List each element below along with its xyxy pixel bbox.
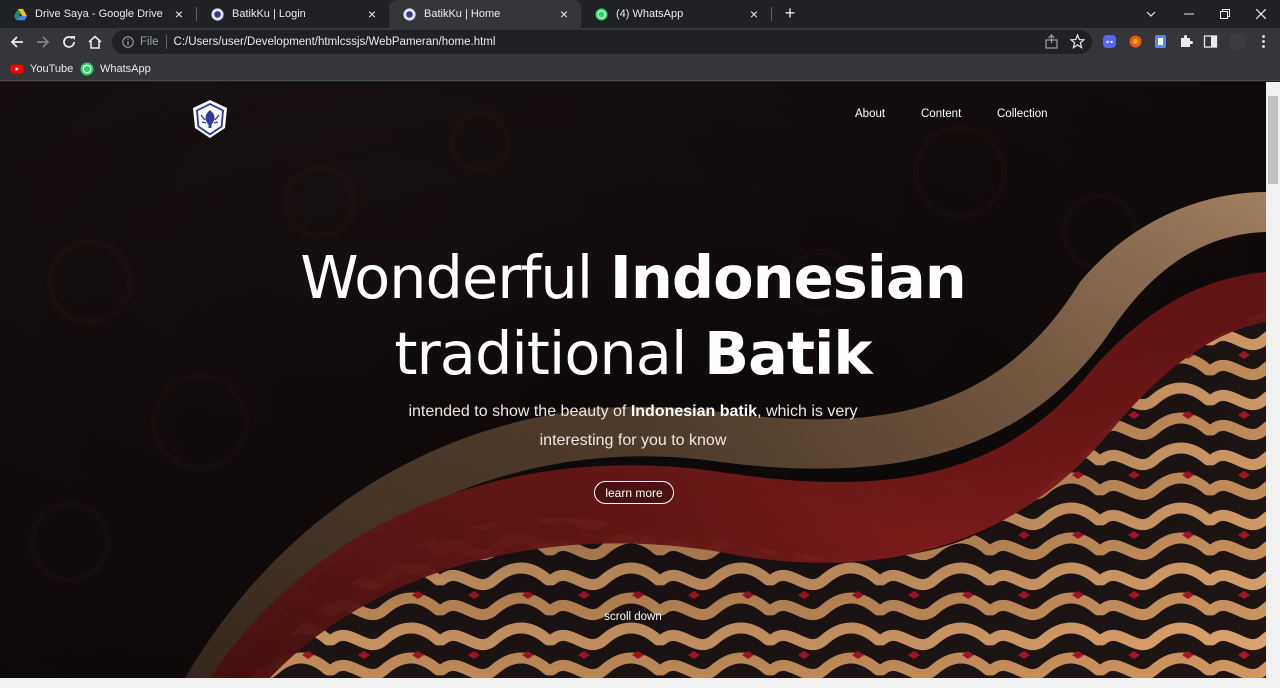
tab-strip: Drive Saya - Google Drive × BatikKu | Lo… [0, 0, 1280, 28]
subtitle-text: intended to show the beauty of [408, 403, 631, 420]
hero-title-light: traditional [394, 319, 705, 388]
share-icon[interactable] [1044, 34, 1059, 49]
nav-content[interactable]: Content [921, 108, 961, 120]
tab-title: Drive Saya - Google Drive [35, 8, 163, 20]
close-tab-icon[interactable]: × [365, 7, 379, 21]
tab-whatsapp[interactable]: (4) WhatsApp × [581, 0, 771, 28]
discord-extension-icon[interactable] [1102, 34, 1117, 49]
extension-icon[interactable] [1153, 34, 1168, 49]
url-text[interactable]: C:/Users/user/Development/htmlcssjs/WebP… [174, 36, 496, 48]
window-bottom-edge [0, 678, 1280, 688]
close-tab-icon[interactable]: × [747, 7, 761, 21]
hero-subtitle-line-1: intended to show the beauty of Indonesia… [0, 397, 1266, 426]
youtube-icon [10, 64, 24, 73]
side-panel-icon[interactable] [1203, 34, 1218, 49]
close-tab-icon[interactable]: × [172, 7, 186, 21]
close-tab-icon[interactable]: × [557, 7, 571, 21]
nav-about[interactable]: About [855, 108, 885, 120]
batikku-icon [211, 7, 224, 21]
hero-title-bold: Indonesian [609, 243, 967, 312]
forward-icon[interactable] [32, 31, 54, 53]
bookmark-whatsapp[interactable]: WhatsApp [80, 60, 151, 77]
address-bar[interactable]: File C:/Users/user/Development/htmlcssjs… [112, 30, 1092, 54]
bookmark-star-icon[interactable] [1070, 34, 1085, 49]
info-icon[interactable] [122, 36, 134, 48]
scroll-down-link[interactable]: scroll down [0, 611, 1266, 623]
bookmark-youtube[interactable]: YouTube [10, 60, 73, 77]
extension-icon[interactable] [1128, 34, 1143, 49]
hero-title-light: Wonderful [300, 243, 610, 312]
tab-title: (4) WhatsApp [616, 8, 684, 20]
hero-title-line-1: Wonderful Indonesian [0, 242, 1266, 314]
tab-batikku-login[interactable]: BatikKu | Login × [197, 0, 389, 28]
bookmarks-bar: YouTube WhatsApp [0, 56, 1280, 81]
puzzle-icon[interactable] [1178, 34, 1193, 49]
tab-title: BatikKu | Home [424, 8, 501, 20]
back-icon[interactable] [6, 31, 28, 53]
close-window-icon[interactable] [1244, 0, 1278, 28]
bookmark-label: YouTube [30, 62, 74, 75]
minimize-icon[interactable] [1172, 0, 1206, 28]
hero-subtitle-line-2: interesting for you to know [539, 432, 727, 449]
batikku-icon [403, 7, 416, 21]
hero-title-line-2: traditional Batik [0, 318, 1266, 390]
profile-avatar-icon[interactable] [1229, 33, 1246, 50]
hero-title-bold: Batik [704, 319, 872, 388]
bookmark-label: WhatsApp [100, 62, 151, 75]
reload-icon[interactable] [58, 31, 80, 53]
learn-more-button[interactable]: learn more [594, 481, 674, 504]
google-drive-icon [14, 8, 27, 20]
tab-google-drive[interactable]: Drive Saya - Google Drive × [0, 0, 196, 28]
whatsapp-icon [80, 62, 94, 75]
page-viewport: About Content Collection Wonderful Indon… [0, 82, 1266, 678]
subtitle-text: , which is very [757, 403, 858, 420]
tab-batikku-home[interactable]: BatikKu | Home × [389, 0, 581, 28]
tab-title: BatikKu | Login [232, 8, 306, 20]
url-scheme: File [140, 36, 159, 48]
url-divider [165, 35, 167, 49]
tab-search-icon[interactable] [1134, 0, 1168, 28]
batikku-logo[interactable] [189, 98, 231, 140]
nav-collection[interactable]: Collection [997, 108, 1048, 120]
scrollbar-thumb[interactable] [1268, 96, 1278, 184]
whatsapp-icon [595, 7, 608, 21]
browser-toolbar: File C:/Users/user/Development/htmlcssjs… [0, 28, 1280, 56]
new-tab-icon[interactable]: + [781, 4, 799, 22]
home-icon[interactable] [84, 31, 106, 53]
menu-dots-icon[interactable] [1256, 34, 1271, 49]
subtitle-bold: Indonesian batik [630, 403, 758, 420]
restore-icon[interactable] [1208, 0, 1242, 28]
tab-divider [771, 7, 772, 21]
